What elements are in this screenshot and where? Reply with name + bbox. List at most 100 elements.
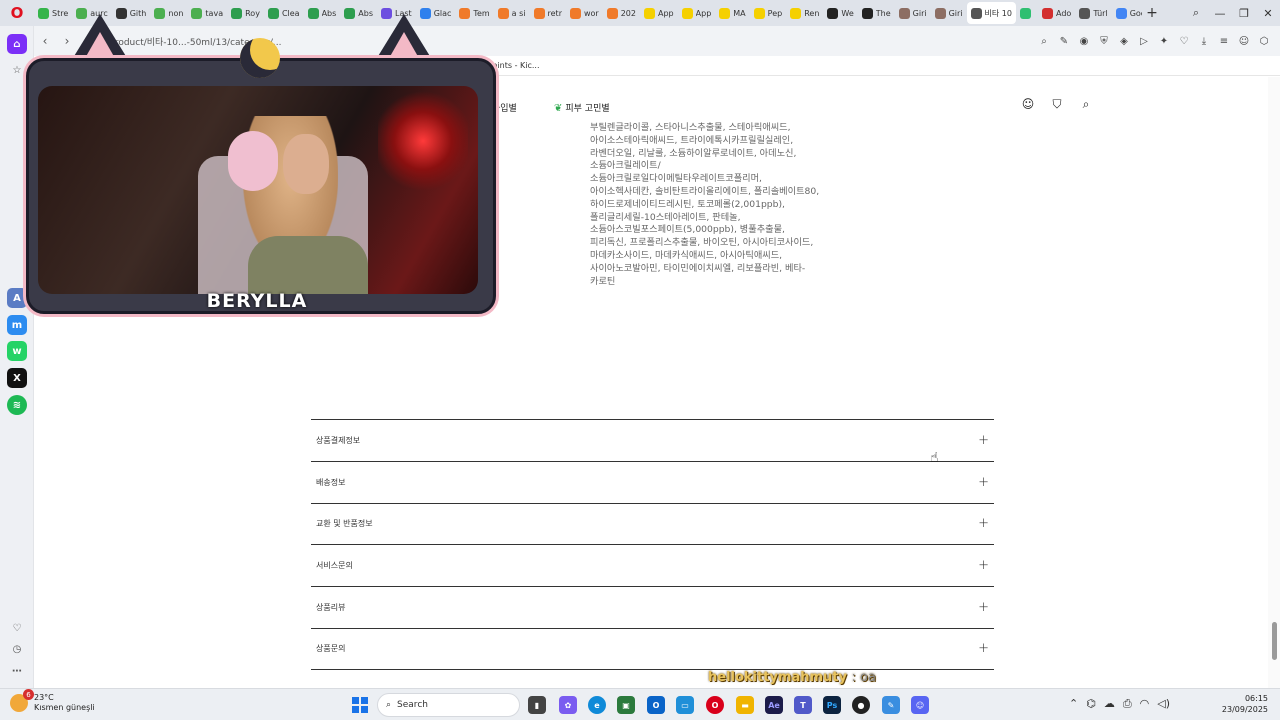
weather-widget[interactable]: 6 23°C Kısmen güneşli	[10, 689, 95, 713]
taskbar-search[interactable]: ⌕ Search	[377, 693, 520, 717]
maximize-button[interactable]: ❐	[1232, 0, 1256, 26]
photoshop-icon[interactable]: Ps	[823, 696, 841, 714]
tab-favicon-icon	[790, 7, 802, 19]
cat-ear-inner-right	[388, 32, 420, 60]
browser-tab[interactable]: MA	[715, 2, 749, 24]
browser-tab[interactable]: retr	[530, 2, 566, 24]
tab-label: Türl	[1093, 8, 1108, 18]
accordion-product-qa[interactable]: 상품문의 +	[311, 627, 994, 670]
browser-tab[interactable]: App	[678, 2, 716, 24]
profile-icon[interactable]: ☺	[1234, 26, 1254, 56]
close-button[interactable]: ✕	[1256, 0, 1280, 26]
extension-icon[interactable]: ⬡	[1254, 26, 1274, 56]
browser-tab[interactable]: Giri	[895, 2, 931, 24]
browser-tab[interactable]: Türl	[1075, 2, 1111, 24]
tab-label: MA	[733, 8, 746, 18]
volume-icon[interactable]: ◁)	[1157, 697, 1170, 711]
chevron-up-icon[interactable]: ⌃	[1069, 697, 1078, 711]
obs-icon[interactable]: ●	[852, 696, 870, 714]
plus-icon[interactable]: +	[978, 600, 989, 615]
toolbar-icons: ⌕ ✎ ◉ ⛨ ◈ ▷ ✦ ♡ ⤓ ≡ ☺ ⬡	[1034, 26, 1274, 56]
browser-tab[interactable]: App	[640, 2, 678, 24]
history-icon[interactable]: ◷	[7, 639, 27, 659]
accordion-shipping-info[interactable]: 배송정보 +	[311, 460, 994, 503]
browser-tab[interactable]: Ado	[1038, 2, 1075, 24]
play-icon[interactable]: ▷	[1134, 26, 1154, 56]
page-scrollbar[interactable]	[1268, 77, 1280, 688]
more-icon[interactable]: ⋯	[7, 661, 27, 681]
browser-tab[interactable]: Ren	[786, 2, 823, 24]
store-icon[interactable]: ▣	[617, 696, 635, 714]
browser-tab[interactable]: The	[858, 2, 895, 24]
task-view-icon[interactable]: ▮	[528, 696, 546, 714]
browser-tab[interactable]: wor	[566, 2, 603, 24]
clock[interactable]: 06:15 23/09/2025	[1222, 693, 1268, 715]
time: 06:15	[1244, 694, 1268, 703]
onedrive-icon[interactable]: ☁	[1104, 697, 1115, 711]
nav-concern[interactable]: ❦ 피부 고민별	[554, 101, 610, 114]
edit-icon[interactable]: ✎	[1054, 26, 1074, 56]
browser-tab[interactable]: We	[823, 2, 857, 24]
zoom-icon[interactable]: ⌕	[1034, 26, 1054, 56]
paint-icon[interactable]: ✎	[882, 696, 900, 714]
wifi-icon[interactable]: ◠	[1140, 697, 1150, 711]
chat-username: hellokittymahmuty	[708, 670, 847, 685]
opera-taskbar-icon[interactable]: O	[706, 696, 724, 714]
browser-tab[interactable]: 202	[603, 2, 640, 24]
network-icon[interactable]: ⌬	[1086, 697, 1096, 711]
browser-tab[interactable]: Giri	[931, 2, 967, 24]
chat-message: hellokittymahmuty : oa	[708, 670, 876, 685]
tab-favicon-icon	[861, 7, 873, 19]
heart-sidebar-icon[interactable]: ♡	[7, 618, 27, 638]
download-icon[interactable]: ⤓	[1194, 26, 1214, 56]
file-explorer-icon[interactable]: ▬	[736, 696, 754, 714]
tab-favicon-icon	[606, 7, 618, 19]
windows-start-icon[interactable]	[352, 697, 368, 713]
ai-icon[interactable]: ✦	[1154, 26, 1174, 56]
shield-icon[interactable]: ⛨	[1094, 26, 1114, 56]
menu-icon[interactable]: ≡	[1214, 26, 1234, 56]
plus-icon[interactable]: +	[978, 558, 989, 573]
tab-label: The	[875, 8, 891, 18]
plus-icon[interactable]: +	[978, 433, 989, 448]
edge-icon[interactable]: e	[588, 696, 606, 714]
tab-search-icon[interactable]: ⌕	[1184, 0, 1208, 26]
tab-label: 비타 10	[984, 8, 1012, 18]
outlook-icon[interactable]: O	[647, 696, 665, 714]
browser-tab[interactable]	[1016, 2, 1038, 24]
cart-icon[interactable]: ⛉	[1049, 96, 1065, 112]
cat-ear-inner-left	[84, 32, 116, 60]
accordion-return-info[interactable]: 교환 및 반품정보 +	[311, 502, 994, 545]
headphones-icon	[228, 131, 278, 191]
browser-tab[interactable]: 비타 10	[966, 2, 1016, 24]
accordion-reviews[interactable]: 상품리뷰 +	[311, 586, 994, 628]
copilot-icon[interactable]: ✿	[559, 696, 577, 714]
minimize-button[interactable]: —	[1208, 0, 1232, 26]
new-tab-button[interactable]: +	[1142, 3, 1162, 23]
plus-icon[interactable]: +	[978, 475, 989, 490]
whatsapp-icon[interactable]: w	[7, 341, 27, 361]
search-icon[interactable]: ⌕	[1078, 96, 1094, 112]
browser-tab[interactable]: Pep	[750, 2, 787, 24]
accordion-service-inquiry[interactable]: 서비스문의 +	[311, 544, 994, 586]
mic-icon[interactable]: ⎙	[1123, 697, 1132, 711]
teams-icon[interactable]: T	[794, 696, 812, 714]
notification-badge: 6	[23, 689, 34, 700]
vpn-icon[interactable]: ◈	[1114, 26, 1134, 56]
x-icon[interactable]: X	[7, 368, 27, 388]
tab-favicon-icon	[1079, 7, 1091, 19]
discord-icon[interactable]: ☺	[911, 696, 929, 714]
heart-icon[interactable]: ♡	[1174, 26, 1194, 56]
after-effects-icon[interactable]: Ae	[765, 696, 783, 714]
scrollbar-thumb[interactable]	[1272, 622, 1277, 660]
remote-desktop-icon[interactable]: ▭	[676, 696, 694, 714]
accordion-payment-info[interactable]: 상품결제정보 +	[311, 419, 994, 461]
account-icon[interactable]: ☺	[1020, 96, 1036, 112]
browser-tab[interactable]: Goc	[1112, 2, 1142, 24]
spotify-icon[interactable]: ≋	[7, 395, 27, 415]
plus-icon[interactable]: +	[978, 641, 989, 656]
plus-icon[interactable]: +	[978, 516, 989, 531]
camera-icon[interactable]: ◉	[1074, 26, 1094, 56]
streamer-name: BERYLLA	[206, 290, 308, 312]
leaf-icon: ❦	[554, 103, 563, 114]
